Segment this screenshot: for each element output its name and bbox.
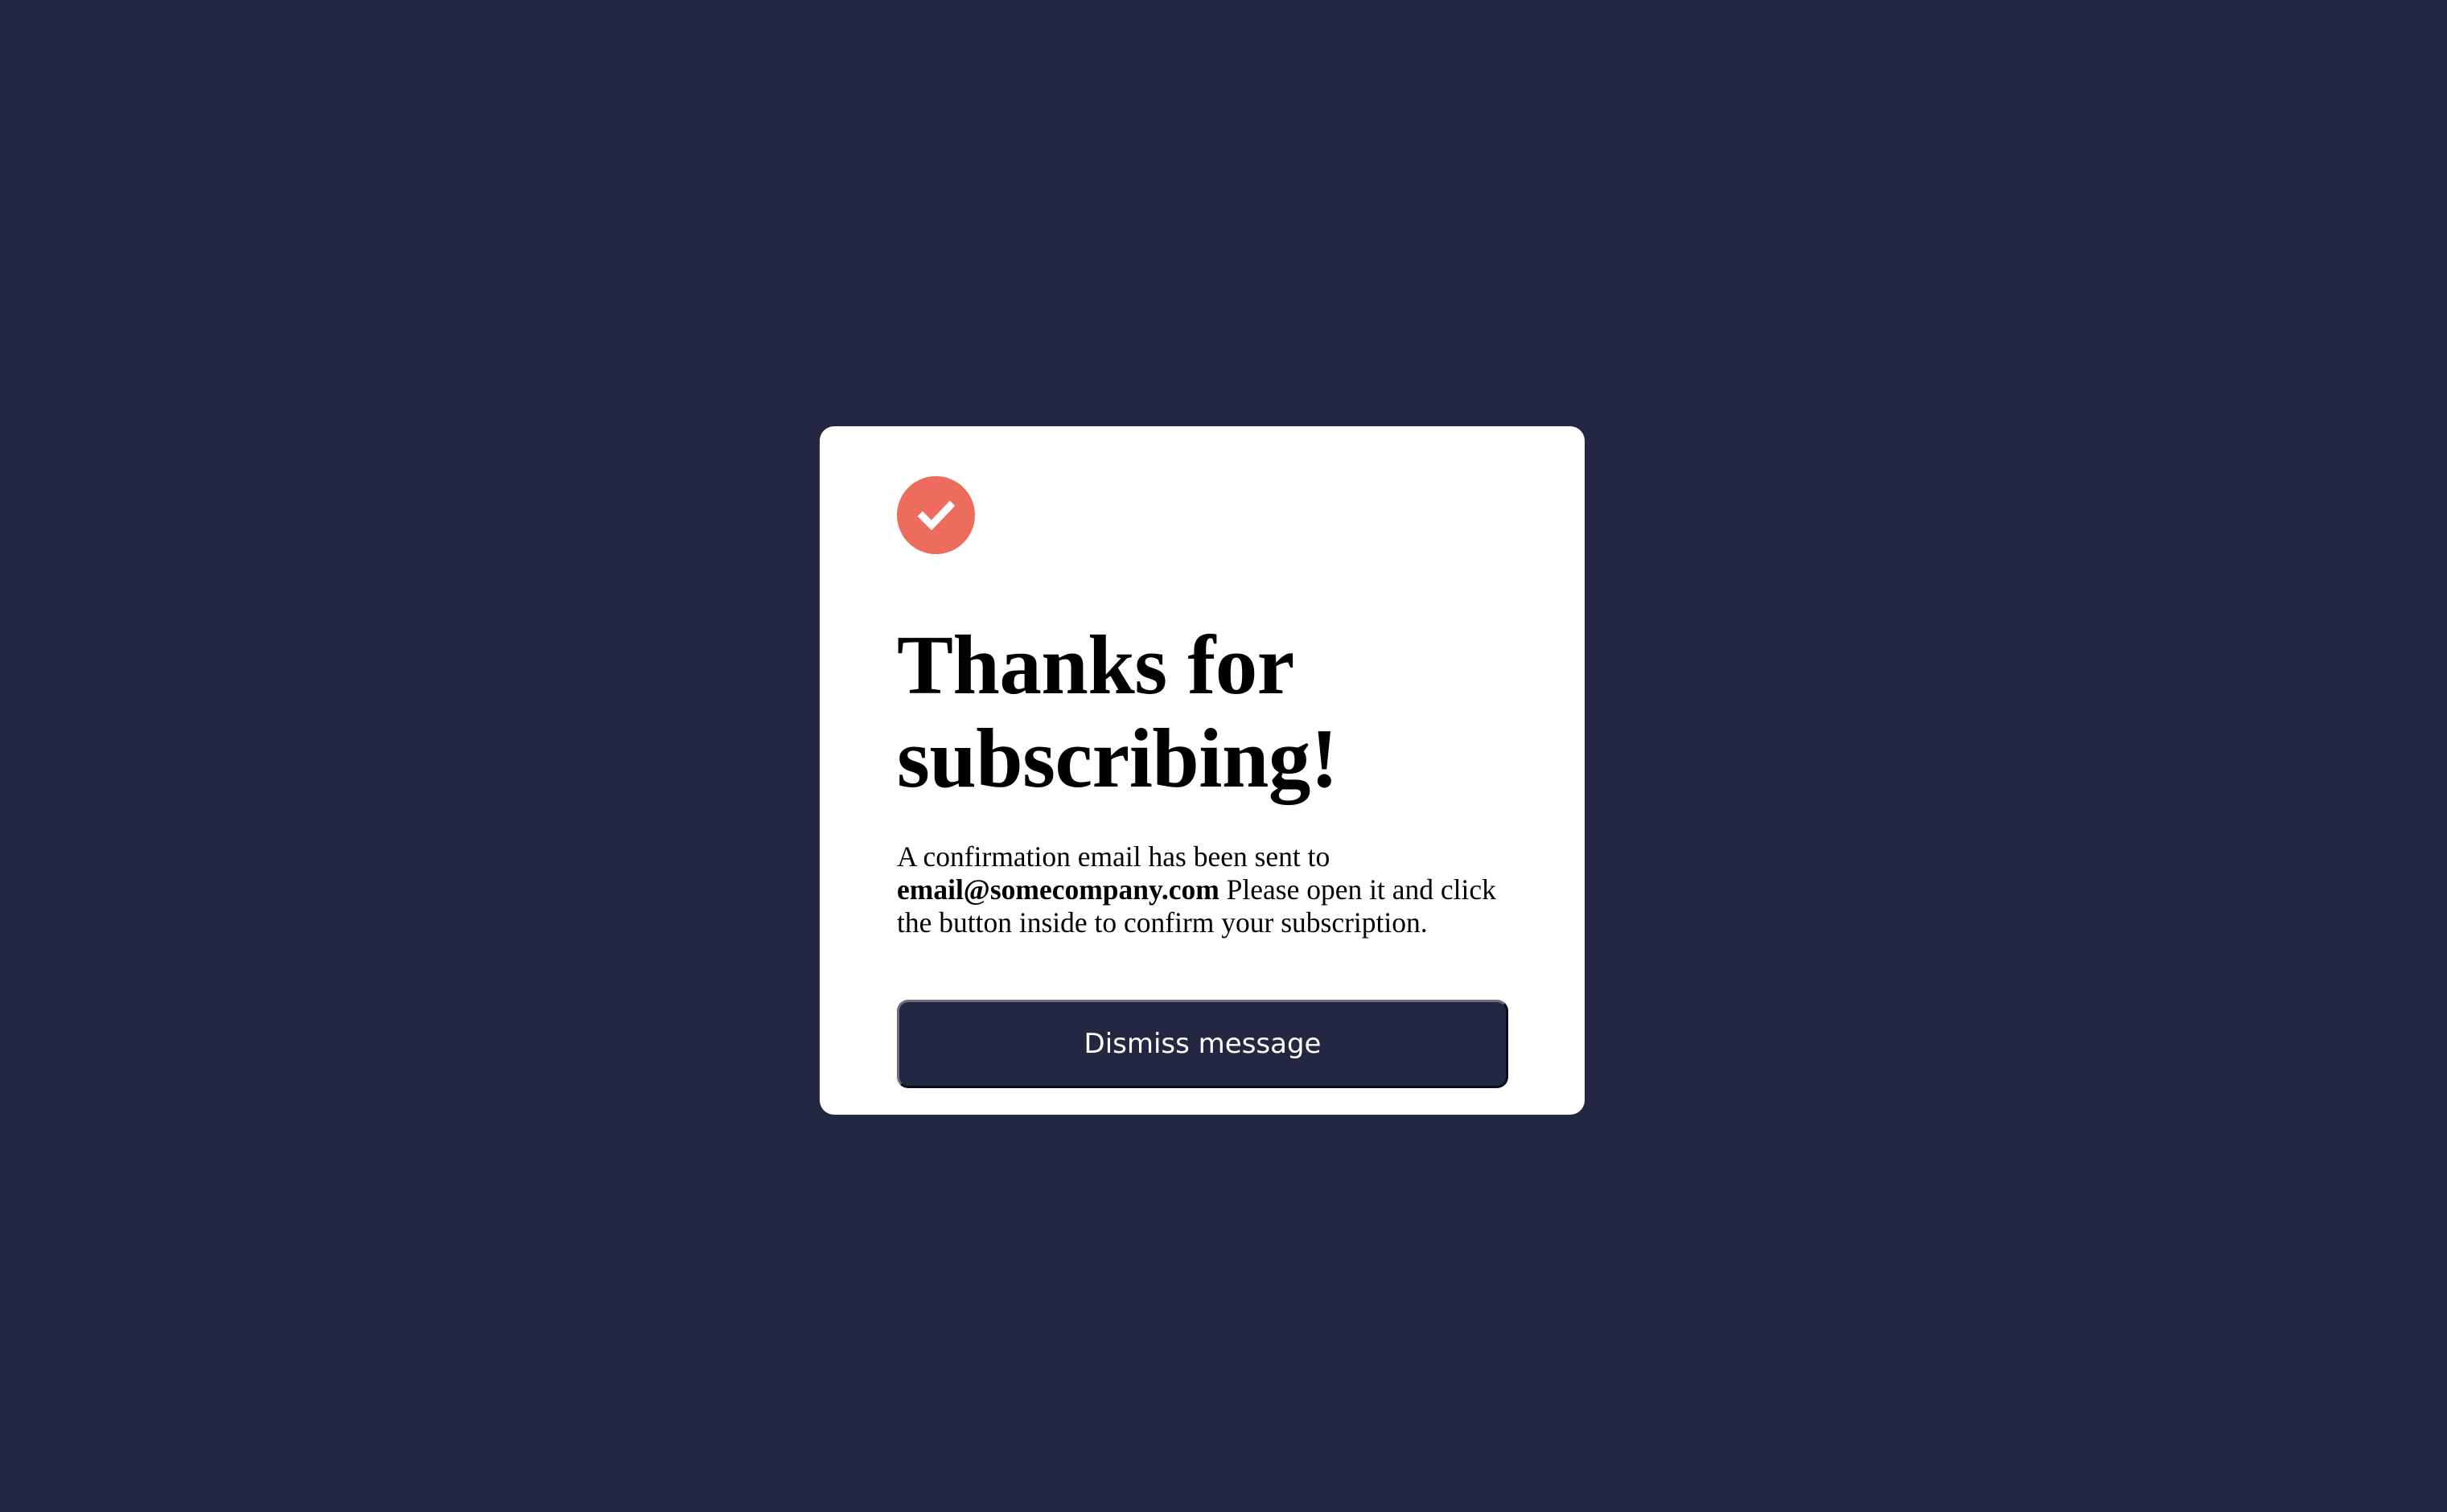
check-circle-icon [897,476,975,554]
dismiss-button[interactable]: Dismiss message [897,1000,1508,1088]
success-dialog: Thanks for subscribing! A confirmation e… [820,426,1585,1115]
dialog-title: Thanks for subscribing! [897,618,1339,805]
message-prefix: A confirmation email has been sent to [897,840,1330,873]
confirmation-message: A confirmation email has been sent to em… [897,840,1507,939]
email-address: email@somecompany.com [897,873,1219,906]
checkmark-icon [917,500,955,530]
page-background: Thanks for subscribing! A confirmation e… [0,0,2447,1512]
